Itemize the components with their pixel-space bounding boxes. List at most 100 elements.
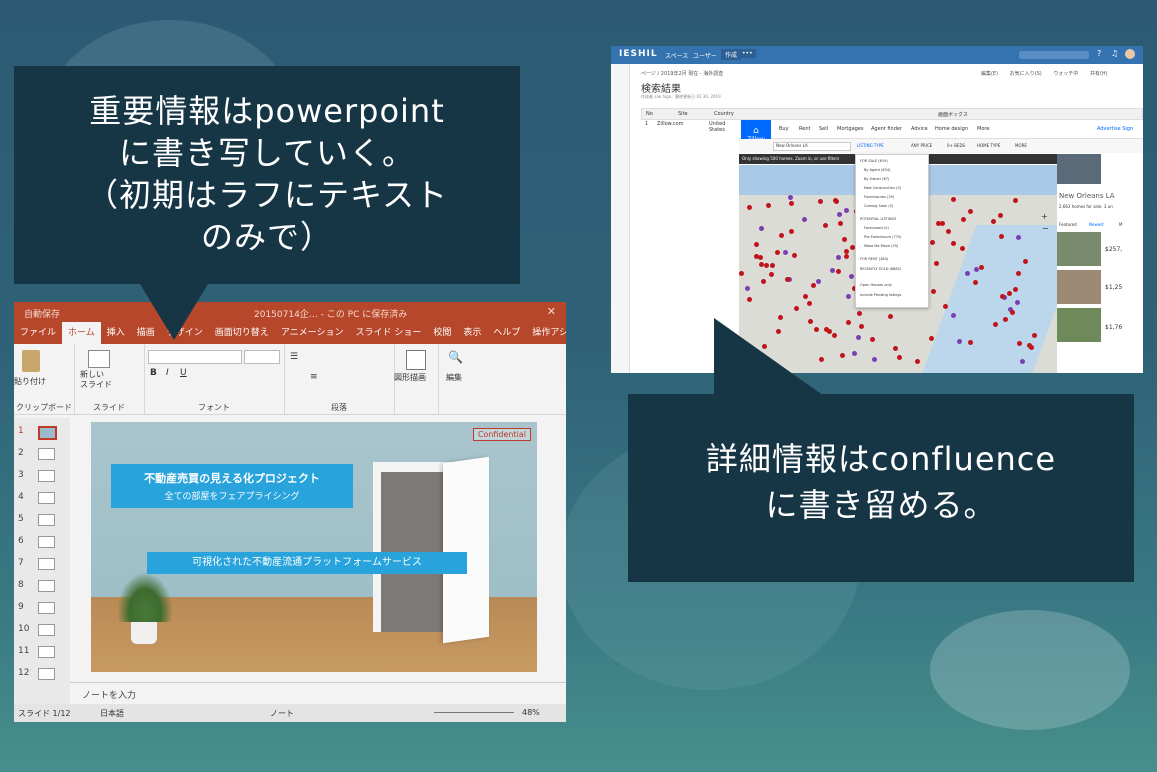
map-listing-marker[interactable]	[888, 314, 893, 319]
map-listing-marker[interactable]	[747, 297, 752, 302]
map-listing-marker[interactable]	[951, 197, 956, 202]
zillow-nav-item[interactable]: Agent finder	[871, 126, 902, 132]
zillow-nav-item[interactable]: Advice	[911, 126, 928, 132]
avatar[interactable]	[1125, 49, 1135, 59]
map-listing-marker[interactable]	[837, 212, 842, 217]
map-listing-marker[interactable]	[965, 271, 970, 276]
dropdown-item[interactable]: Make Me Move (25)	[864, 244, 898, 248]
side-tab-newest[interactable]: Newest	[1089, 222, 1104, 227]
map-listing-marker[interactable]	[840, 353, 845, 358]
map-listing-marker[interactable]	[770, 263, 775, 268]
filter-home-type[interactable]: HOME TYPE	[977, 143, 1000, 148]
map-listing-marker[interactable]	[792, 253, 797, 258]
map-listing-marker[interactable]	[836, 255, 841, 260]
map-listing-marker[interactable]	[846, 320, 851, 325]
map-listing-marker[interactable]	[844, 208, 849, 213]
map-listing-marker[interactable]	[943, 304, 948, 309]
map-listing-marker[interactable]	[1016, 235, 1021, 240]
map-listing-marker[interactable]	[844, 254, 849, 259]
map-listing-marker[interactable]	[960, 246, 965, 251]
slide-thumb[interactable]: 12	[16, 664, 68, 684]
slide-thumb[interactable]: 11	[16, 642, 68, 662]
underline-icon[interactable]: U	[180, 368, 187, 378]
map-listing-marker[interactable]	[836, 269, 841, 274]
map-listing-marker[interactable]	[897, 355, 902, 360]
map-listing-marker[interactable]	[823, 223, 828, 228]
bell-icon[interactable]: ♫	[1111, 49, 1118, 58]
map-listing-marker[interactable]	[754, 242, 759, 247]
dropdown-item[interactable]: By Owner (67)	[864, 177, 889, 181]
map-listing-marker[interactable]	[818, 199, 823, 204]
slide-thumb[interactable]: 8	[16, 576, 68, 596]
dropdown-item[interactable]: Pre-Foreclosure (770)	[864, 235, 902, 239]
confluence-search[interactable]	[1019, 51, 1089, 59]
map-listing-marker[interactable]	[961, 217, 966, 222]
map-listing-marker[interactable]	[1003, 317, 1008, 322]
map-listing-marker[interactable]	[759, 226, 764, 231]
map-listing-marker[interactable]	[930, 240, 935, 245]
map-listing-marker[interactable]	[1000, 294, 1005, 299]
map-listing-marker[interactable]	[766, 203, 771, 208]
dropdown-item[interactable]: POTENTIAL LISTINGS	[860, 217, 896, 221]
tab-file[interactable]: ファイル	[14, 322, 62, 344]
tab-tell-me[interactable]: 操作アシス	[526, 322, 566, 344]
map-listing-marker[interactable]	[788, 195, 793, 200]
map-listing-marker[interactable]	[1013, 198, 1018, 203]
slide-thumb[interactable]: 2	[16, 444, 68, 464]
watch-button[interactable]: ウォッチ中	[1053, 71, 1078, 77]
slide-canvas[interactable]: Confidential 不動産売買の見える化プロジェクト 全ての部屋をフェアプ…	[91, 422, 537, 672]
bullets-icon[interactable]: ☰	[290, 352, 298, 362]
language-indicator[interactable]: 日本語	[100, 708, 124, 719]
slide-thumb[interactable]: 1	[16, 422, 68, 442]
map-listing-marker[interactable]	[789, 229, 794, 234]
map-listing-marker[interactable]	[783, 250, 788, 255]
dropdown-item[interactable]: RECENTLY SOLD (6882)	[860, 267, 901, 271]
tab-insert[interactable]: 挿入	[101, 322, 131, 344]
zillow-nav-item[interactable]: Buy	[779, 126, 789, 132]
shapes-icon[interactable]	[406, 350, 426, 370]
tab-transitions[interactable]: 画面切り替え	[209, 322, 275, 344]
map-listing-marker[interactable]	[979, 265, 984, 270]
dropdown-item[interactable]: New Construction (0)	[864, 186, 901, 190]
map-listing-marker[interactable]	[844, 249, 849, 254]
map-listing-marker[interactable]	[931, 289, 936, 294]
map-listing-marker[interactable]	[832, 333, 837, 338]
dropdown-item[interactable]: Include Pending listings	[860, 293, 901, 297]
align-icon[interactable]: ≡	[310, 372, 318, 382]
map-listing-marker[interactable]	[754, 254, 759, 259]
confluence-logo[interactable]: IESHIL	[619, 49, 658, 59]
map-listing-marker[interactable]	[816, 279, 821, 284]
map-listing-marker[interactable]	[857, 311, 862, 316]
map-listing-marker[interactable]	[998, 213, 1003, 218]
slide-band[interactable]: 可視化された不動産流通プラットフォームサービス	[147, 552, 467, 574]
map-listing-marker[interactable]	[739, 271, 744, 276]
map-listing-marker[interactable]	[849, 274, 854, 279]
map-listing-marker[interactable]	[993, 322, 998, 327]
zillow-nav-item[interactable]: More	[977, 126, 989, 132]
map-listing-marker[interactable]	[968, 209, 973, 214]
dropdown-item[interactable]: Open Houses only	[860, 283, 892, 287]
map-listing-marker[interactable]	[745, 286, 750, 291]
map-listing-marker[interactable]	[802, 217, 807, 222]
map-listing-marker[interactable]	[834, 199, 839, 204]
close-icon[interactable]: ✕	[547, 305, 556, 318]
map-listing-marker[interactable]	[811, 283, 816, 288]
notes-button[interactable]: ノート	[270, 708, 294, 719]
map-listing-marker[interactable]	[807, 301, 812, 306]
map-listing-marker[interactable]	[974, 267, 979, 272]
map-listing-marker[interactable]	[1017, 341, 1022, 346]
share-button[interactable]: 共有(H)	[1090, 71, 1108, 77]
map-listing-marker[interactable]	[764, 263, 769, 268]
tab-slideshow[interactable]: スライド ショー	[349, 322, 427, 344]
map-listing-marker[interactable]	[779, 233, 784, 238]
zoom-slider[interactable]	[434, 712, 514, 713]
dropdown-item[interactable]: Coming Soon (2)	[864, 204, 893, 208]
favorite-button[interactable]: お気に入り(S)	[1010, 71, 1042, 77]
dropdown-item[interactable]: Foreclosed (0)	[864, 226, 889, 230]
map-listing-marker[interactable]	[1027, 343, 1032, 348]
paste-button[interactable]: 貼り付け	[14, 376, 46, 387]
slide-thumb[interactable]: 3	[16, 466, 68, 486]
italic-icon[interactable]: I	[166, 368, 169, 378]
map-listing-marker[interactable]	[1007, 291, 1012, 296]
map-listing-marker[interactable]	[951, 313, 956, 318]
